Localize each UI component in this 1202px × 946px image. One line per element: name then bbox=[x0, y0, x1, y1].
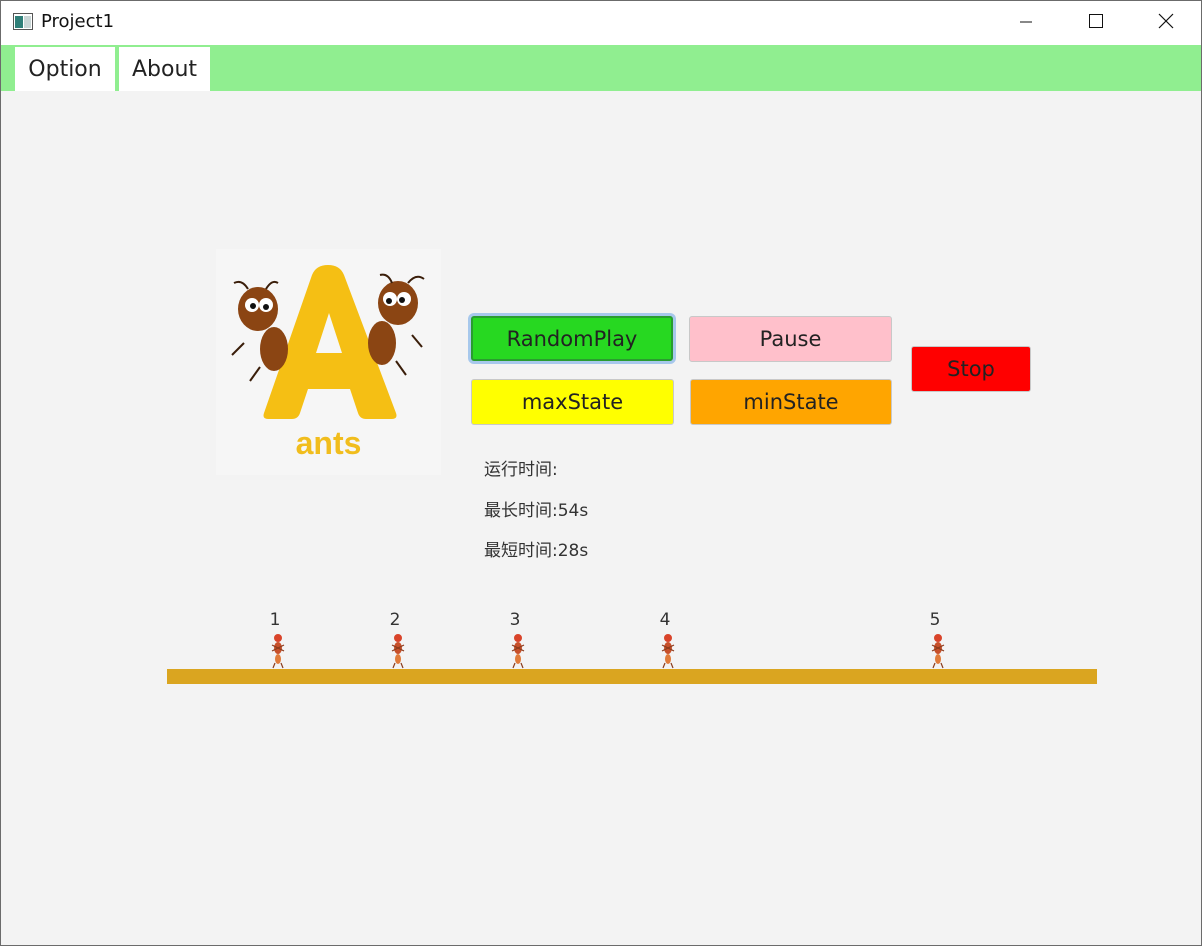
ant-sprite-5 bbox=[929, 633, 947, 669]
ant-number-3: 3 bbox=[509, 610, 521, 630]
app-window: Project1 Option About ants RandomPlay Pa… bbox=[0, 0, 1202, 946]
ants-logo: ants bbox=[216, 249, 441, 475]
run-time-label: 运行时间: bbox=[484, 460, 558, 480]
min-state-button[interactable]: minState bbox=[690, 379, 892, 425]
close-icon bbox=[1158, 13, 1174, 33]
ant-number-2: 2 bbox=[389, 610, 401, 630]
menu-option[interactable]: Option bbox=[15, 47, 115, 91]
maximize-button[interactable] bbox=[1061, 1, 1131, 45]
max-time-value: 54s bbox=[557, 501, 589, 521]
stop-button[interactable]: Stop bbox=[911, 346, 1031, 392]
pause-button[interactable]: Pause bbox=[689, 316, 892, 362]
minimize-icon bbox=[1019, 14, 1033, 33]
min-time-stat: 最短时间:28s bbox=[484, 536, 588, 561]
ant-number-1: 1 bbox=[269, 610, 281, 630]
app-icon bbox=[13, 13, 33, 30]
minimize-button[interactable] bbox=[991, 1, 1061, 45]
random-play-button[interactable]: RandomPlay bbox=[471, 316, 673, 361]
min-time-value: 28s bbox=[557, 541, 589, 561]
ant-number-5: 5 bbox=[929, 610, 941, 630]
run-time-stat: 运行时间: bbox=[484, 455, 558, 480]
max-time-stat: 最长时间:54s bbox=[484, 496, 588, 521]
close-button[interactable] bbox=[1131, 1, 1201, 45]
max-state-button[interactable]: maxState bbox=[471, 379, 674, 425]
menu-about[interactable]: About bbox=[119, 47, 210, 91]
window-title: Project1 bbox=[41, 11, 115, 32]
track-bar bbox=[167, 669, 1097, 684]
max-time-label: 最长时间: bbox=[484, 501, 558, 521]
ant-sprite-4 bbox=[659, 633, 677, 669]
ant-sprite-3 bbox=[509, 633, 527, 669]
ants-logo-graphic bbox=[231, 265, 425, 419]
ant-sprite-2 bbox=[389, 633, 407, 669]
min-time-label: 最短时间: bbox=[484, 541, 558, 561]
menu-bar: Option About bbox=[1, 45, 1201, 91]
ant-sprite-1 bbox=[269, 633, 287, 669]
logo-caption: ants bbox=[295, 425, 362, 461]
maximize-icon bbox=[1088, 13, 1104, 33]
ant-number-4: 4 bbox=[659, 610, 671, 630]
title-bar[interactable]: Project1 bbox=[1, 1, 1201, 45]
